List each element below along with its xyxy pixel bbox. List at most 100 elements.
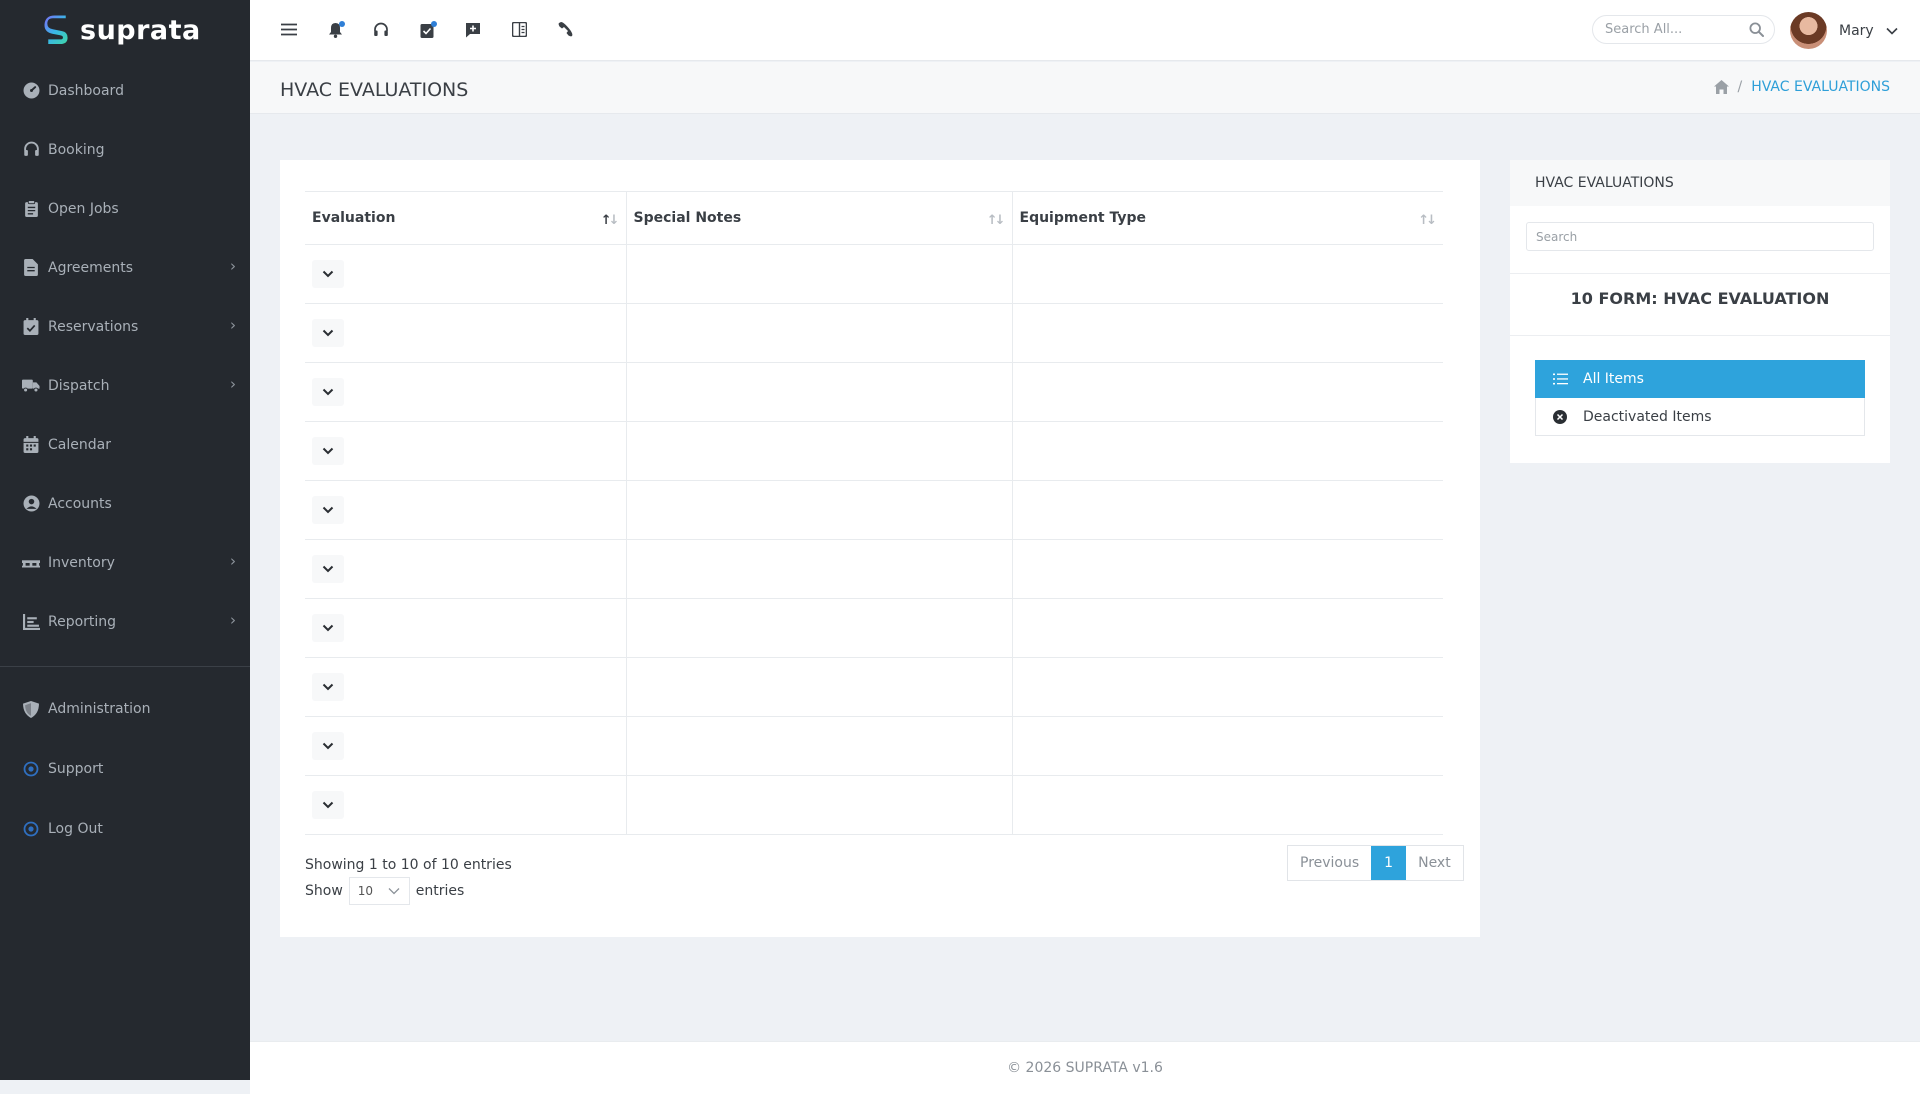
previous-page-button[interactable]: Previous [1288,846,1371,880]
footer: © 2026 SUPRATA v1.6 [250,1041,1920,1094]
sidebar-item-label: Reservations [48,318,139,335]
shield-icon [22,700,40,718]
table-row [305,657,1443,717]
menu-toggle-button[interactable] [266,10,312,50]
table-cell [305,598,626,658]
chevron-down-icon [322,506,334,514]
expand-row-button[interactable] [312,378,344,406]
page-1-button[interactable]: 1 [1371,846,1407,880]
expand-row-button[interactable] [312,437,344,465]
column-header-equipment-type[interactable]: Equipment Type ↑↓ [1011,191,1443,245]
chevron-down-icon [322,624,334,632]
page-length-select[interactable]: 10 [348,877,410,905]
sidebar-item-label: Booking [48,141,105,158]
chevron-down-icon [322,683,334,691]
filter-label: All Items [1583,371,1644,387]
home-icon[interactable] [1713,80,1729,94]
sidebar-item-label: Calendar [48,436,111,453]
table-cell [625,303,1012,363]
sidebar-item-administration[interactable]: Administration [0,679,250,739]
column-header-evaluation[interactable]: Evaluation ↑↓ [305,191,626,245]
sort-icon: ↑↓ [1418,213,1437,228]
phone-icon [558,22,572,37]
expand-row-button[interactable] [312,614,344,642]
table-info: Showing 1 to 10 of 10 entries [305,857,512,873]
avatar [1790,12,1827,49]
phone-button[interactable] [542,10,588,50]
form-title[interactable]: 10 FORM: HVAC EVALUATION [1510,289,1890,308]
hamburger-icon [281,23,297,36]
search-icon[interactable] [1749,22,1764,37]
table-cell [1011,657,1443,717]
pagination: Previous 1 Next [1287,845,1464,881]
column-header-special-notes[interactable]: Special Notes ↑↓ [625,191,1012,245]
table-row [305,244,1443,304]
sidebar-item-reservations[interactable]: Reservations › [0,297,250,356]
panel-search-input[interactable] [1526,222,1874,251]
notifications-button[interactable] [312,10,358,50]
expand-row-button[interactable] [312,791,344,819]
notification-dot [431,20,437,27]
messages-button[interactable] [450,10,496,50]
expand-row-button[interactable] [312,732,344,760]
sidebar-item-label: Administration [48,701,151,717]
sidebar-item-support[interactable]: Support [0,739,250,799]
clipboard-icon [22,200,40,218]
sidebar-item-accounts[interactable]: Accounts [0,474,250,533]
table-cell [625,421,1012,481]
table-cell [1011,539,1443,599]
topbar: Mary [250,0,1920,61]
panel-header: HVAC EVALUATIONS [1510,160,1890,206]
table-cell [305,480,626,540]
global-search-input[interactable] [1605,22,1745,37]
page-title: HVAC EVALUATIONS [280,79,469,101]
table-cell [625,716,1012,776]
table-cell [305,716,626,776]
sidebar-item-reporting[interactable]: Reporting › [0,592,250,651]
chevron-down-icon [322,388,334,396]
chevron-down-icon [322,565,334,573]
sidebar-item-calendar[interactable]: Calendar [0,415,250,474]
sidebar-item-label: Dashboard [48,82,124,99]
table-body [305,244,1443,835]
sidebar-item-dashboard[interactable]: Dashboard [0,61,250,120]
notification-dot [339,20,345,27]
table-cell [1011,716,1443,776]
expand-row-button[interactable] [312,555,344,583]
expand-row-button[interactable] [312,260,344,288]
tasks-button[interactable] [404,10,450,50]
sidebar-item-booking[interactable]: Booking [0,120,250,179]
documents-button[interactable] [496,10,542,50]
expand-row-button[interactable] [312,673,344,701]
calendar-icon [22,436,40,454]
table-cell [305,539,626,599]
expand-row-button[interactable] [312,319,344,347]
user-menu[interactable]: Mary [1790,12,1898,49]
sidebar-item-label: Support [48,761,104,777]
sidebar-item-inventory[interactable]: Inventory › [0,533,250,592]
copyright-text: © 2026 SUPRATA v1.6 [1007,1060,1163,1076]
sidebar-bottom-nav: Administration Support Log Out [0,679,250,859]
divider [1510,273,1890,274]
sidebar-item-agreements[interactable]: Agreements › [0,238,250,297]
logo[interactable]: suprata [0,0,250,61]
sidebar-item-open-jobs[interactable]: Open Jobs [0,179,250,238]
breadcrumb-separator: / [1737,79,1743,95]
support-button[interactable] [358,10,404,50]
chevron-down-icon [322,329,334,337]
table-cell [305,657,626,717]
table-row [305,716,1443,776]
expand-row-button[interactable] [312,496,344,524]
sidebar-item-label: Open Jobs [48,200,119,217]
divider [1510,335,1890,336]
table-row [305,303,1443,363]
sidebar-item-log-out[interactable]: Log Out [0,799,250,859]
headset-icon [374,22,388,36]
breadcrumb-current[interactable]: HVAC EVALUATIONS [1751,79,1890,95]
filter-deactivated-items[interactable]: Deactivated Items [1535,398,1865,436]
sidebar-item-dispatch[interactable]: Dispatch › [0,356,250,415]
next-page-button[interactable]: Next [1406,846,1463,880]
chevron-down-icon [322,801,334,809]
filter-all-items[interactable]: All Items [1535,360,1865,398]
list-icon [1553,373,1569,385]
